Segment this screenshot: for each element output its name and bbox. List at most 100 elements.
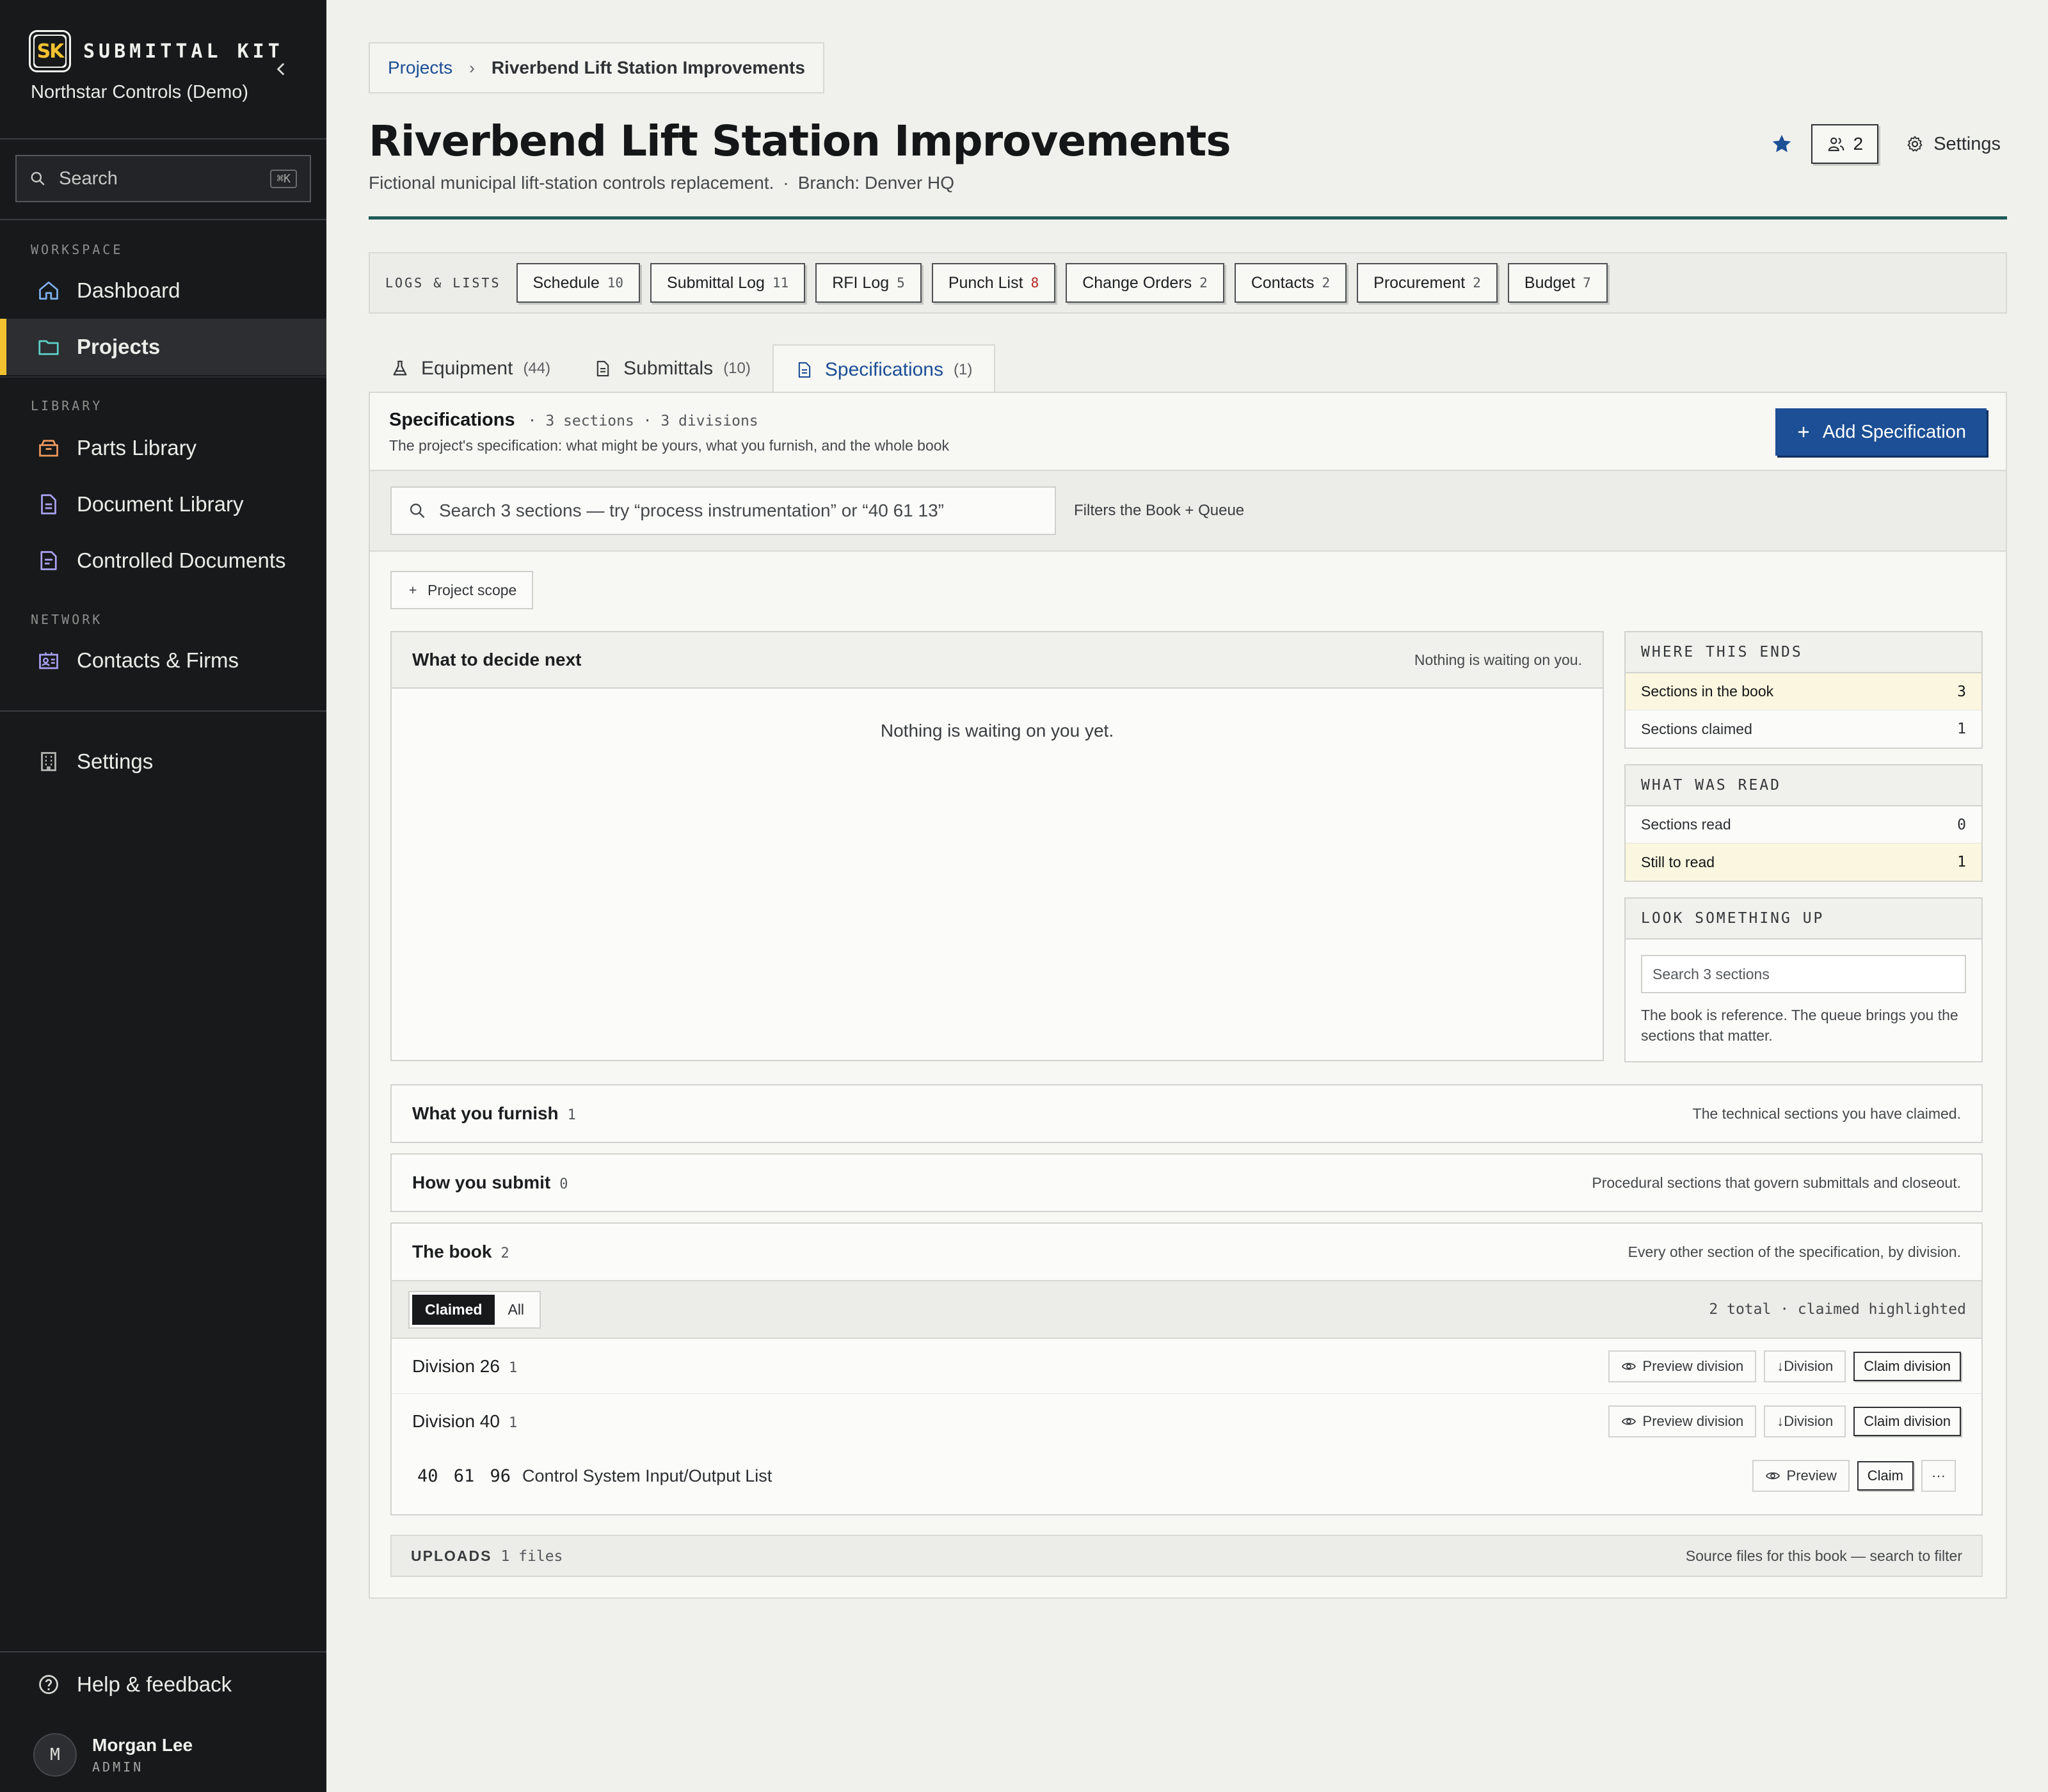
logo: SK (31, 32, 69, 70)
download-division-button[interactable]: ↓Division (1764, 1405, 1846, 1437)
toggle-all[interactable]: All (495, 1295, 537, 1325)
specifications-panel: Specifications · 3 sections · 3 divisions… (369, 392, 2007, 1599)
more-options-button[interactable]: ··· (1921, 1460, 1956, 1492)
chip-count: 5 (897, 275, 905, 291)
book-total: 2 total · claimed highlighted (1709, 1301, 1966, 1318)
chip-count: 8 (1030, 275, 1039, 291)
section-title: What you furnish (412, 1103, 559, 1123)
preview-division-button[interactable]: Preview division (1608, 1350, 1757, 1382)
sidebar-item-projects[interactable]: Projects (0, 319, 326, 375)
division-row[interactable]: Division 40 1 Preview division ↓Division … (392, 1394, 1981, 1449)
controlled-doc-icon (40, 551, 57, 570)
sidebar-search[interactable]: Search ⌘K (15, 155, 311, 202)
sidebar-item-contacts-firms[interactable]: Contacts & Firms (0, 632, 326, 689)
members-button[interactable]: 2 (1811, 124, 1879, 164)
chip-schedule[interactable]: Schedule 10 (516, 263, 641, 303)
brand[interactable]: SK SUBMITTAL KIT (31, 32, 284, 70)
chevron-right-icon: › (469, 58, 475, 77)
header-actions: 2 Settings (1766, 124, 2001, 164)
claim-division-button[interactable]: Claim division (1853, 1407, 1961, 1436)
claim-division-button[interactable]: Claim division (1853, 1351, 1961, 1381)
sidebar-item-label: Parts Library (77, 436, 197, 460)
user-menu[interactable]: M Morgan Lee ADMIN (33, 1733, 193, 1777)
uploads-bar[interactable]: UPLOADS 1 files Source files for this boo… (390, 1535, 1983, 1577)
sidebar-item-label: Settings (77, 749, 154, 773)
chip-submittal-log[interactable]: Submittal Log 11 (650, 263, 806, 303)
spec-title: Specifications (389, 410, 515, 430)
sidebar-item-label: Controlled Documents (77, 548, 286, 572)
tab-count: (1) (953, 361, 973, 378)
card-title: LOOK SOMETHING UP (1626, 899, 1981, 940)
chip-label: RFI Log (832, 273, 890, 292)
tab-count: (44) (523, 360, 551, 377)
sidebar-item-document-library[interactable]: Document Library (0, 476, 326, 532)
sidebar-item-controlled-documents[interactable]: Controlled Documents (0, 532, 326, 589)
stat-label: Sections in the book (1641, 683, 1774, 700)
stat-label: Still to read (1641, 853, 1715, 870)
division-name: Division 26 (412, 1356, 500, 1376)
add-specification-label: Add Specification (1822, 421, 1966, 442)
stat-row[interactable]: Sections in the book 3 (1626, 673, 1981, 710)
tab-equipment[interactable]: Equipment (44) (369, 344, 572, 393)
breadcrumb-projects-link[interactable]: Projects (388, 58, 452, 78)
download-division-button[interactable]: ↓Division (1764, 1350, 1846, 1382)
chip-budget[interactable]: Budget 7 (1507, 263, 1608, 303)
tab-specifications[interactable]: Specifications (1) (772, 344, 996, 394)
help-feedback-link[interactable]: Help & feedback (0, 1656, 326, 1713)
divider (0, 376, 326, 378)
logo-mark: SK (35, 36, 65, 67)
page-subtitle: Fictional municipal lift-station control… (369, 173, 955, 193)
chip-label: Change Orders (1082, 273, 1192, 292)
plus-icon (1798, 427, 1809, 437)
collapse-sidebar-button[interactable] (269, 56, 294, 82)
help-label: Help & feedback (77, 1672, 232, 1696)
look-something-up-card: LOOK SOMETHING UP Search 3 sections The … (1624, 897, 1983, 1063)
avatar: M (33, 1733, 77, 1777)
sidebar-item-dashboard[interactable]: Dashboard (0, 262, 326, 319)
add-specification-button[interactable]: Add Specification (1775, 408, 1987, 456)
divider (0, 138, 326, 140)
preview-section-button[interactable]: Preview (1752, 1460, 1850, 1492)
eye-icon (1765, 1472, 1780, 1480)
division-count: 1 (508, 1415, 518, 1431)
decide-next-card: What to decide next Nothing is waiting o… (390, 631, 1604, 1061)
stat-row[interactable]: Sections read 0 (1626, 806, 1981, 844)
claim-section-button[interactable]: Claim (1857, 1461, 1914, 1491)
project-settings-button[interactable]: Settings (1905, 134, 2001, 155)
spec-search-input[interactable]: Search 3 sections — try “process instrum… (390, 486, 1056, 535)
chip-change-orders[interactable]: Change Orders 2 (1066, 263, 1224, 303)
sidebar-item-settings[interactable]: Settings (0, 733, 326, 790)
chip-contacts[interactable]: Contacts 2 (1234, 263, 1347, 303)
sidebar-item-parts-library[interactable]: Parts Library (0, 420, 326, 476)
chip-label: Budget (1524, 273, 1576, 292)
where-this-ends-card: WHERE THIS ENDS Sections in the book 3 Se… (1624, 631, 1983, 749)
stat-label: Sections claimed (1641, 720, 1752, 737)
uploads-label: UPLOADS (411, 1547, 492, 1564)
what-was-read-card: WHAT WAS READ Sections read 0 Still to re… (1624, 764, 1983, 882)
stat-row[interactable]: Still to read 1 (1626, 844, 1981, 881)
page-title: Riverbend Lift Station Improvements (369, 116, 1231, 166)
project-scope-button[interactable]: Project scope (390, 571, 534, 609)
chip-procurement[interactable]: Procurement 2 (1357, 263, 1498, 303)
what-you-furnish-row[interactable]: What you furnish 1 The technical sections… (390, 1084, 1983, 1143)
sidebar-search-label: Search (59, 168, 118, 189)
project-branch: Branch: Denver HQ (797, 173, 955, 193)
tab-submittals[interactable]: Submittals (10) (572, 344, 772, 393)
preview-division-button[interactable]: Preview division (1608, 1405, 1757, 1437)
chip-count: 7 (1583, 275, 1591, 291)
division-row[interactable]: Division 26 1 Preview division ↓Division … (392, 1339, 1981, 1394)
chip-count: 11 (772, 275, 789, 291)
spec-section-row[interactable]: 40 61 96 Control System Input/Output List… (392, 1449, 1981, 1503)
search-shortcut: ⌘K (270, 169, 297, 188)
favorite-button[interactable] (1766, 129, 1797, 159)
how-you-submit-row[interactable]: How you submit 0 Procedural sections that… (390, 1153, 1983, 1212)
members-count: 2 (1853, 134, 1864, 154)
breadcrumb: Projects › Riverbend Lift Station Improv… (369, 42, 824, 93)
chip-label: Procurement (1373, 273, 1466, 292)
chip-rfi-log[interactable]: RFI Log 5 (815, 263, 922, 303)
stat-row[interactable]: Sections claimed 1 (1626, 710, 1981, 748)
user-name: Morgan Lee (92, 1735, 193, 1755)
lookup-search-input[interactable]: Search 3 sections (1641, 955, 1966, 993)
chip-punch-list[interactable]: Punch List 8 (931, 263, 1056, 303)
toggle-claimed[interactable]: Claimed (412, 1294, 495, 1325)
